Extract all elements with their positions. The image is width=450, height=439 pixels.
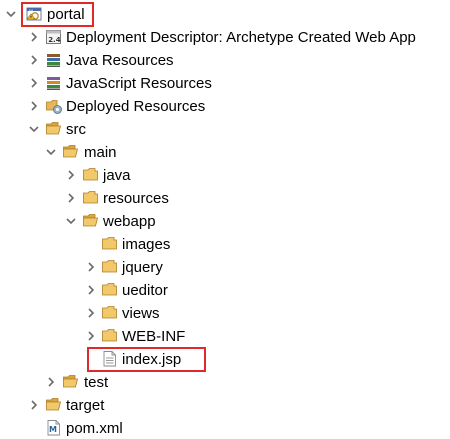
folder-icon (101, 327, 119, 345)
tree-node-label: main (84, 144, 117, 161)
tree-node-deployment-descriptor[interactable]: 2.4 Deployment Descriptor: Archetype Cre… (0, 27, 450, 50)
svg-text:M: M (49, 425, 57, 434)
tree-node-views[interactable]: views (0, 303, 450, 326)
tree-node-web-inf[interactable]: WEB-INF (0, 326, 450, 349)
chevron-right-icon[interactable] (27, 99, 41, 113)
javascript-resources-icon (45, 74, 63, 92)
tree-node-label: pom.xml (66, 420, 123, 437)
tree-node-label: test (84, 374, 109, 391)
chevron-right-icon[interactable] (27, 76, 41, 90)
tree-node-webapp[interactable]: webapp (0, 211, 450, 234)
chevron-right-icon[interactable] (64, 168, 78, 182)
tree-node-label: target (66, 397, 105, 414)
tree-node-javascript-resources[interactable]: JavaScript Resources (0, 73, 450, 96)
folder-icon (82, 189, 100, 207)
tree-node-label: java (103, 167, 131, 184)
folder-icon (101, 258, 119, 276)
tree-node-label: resources (103, 190, 169, 207)
folder-open-icon (82, 212, 100, 230)
tree-node-src[interactable]: src (0, 119, 450, 142)
tree-node-label: webapp (103, 213, 156, 230)
tree-node-label: ueditor (122, 282, 168, 299)
folder-open-icon (62, 143, 80, 161)
folder-open-icon (45, 396, 63, 414)
project-explorer-tree: M portal 2.4 Deployment Descriptor: Arch… (0, 0, 450, 439)
tree-node-label: views (122, 305, 160, 322)
tree-node-target[interactable]: target (0, 395, 450, 418)
svg-text:2.4: 2.4 (48, 36, 61, 44)
tree-node-java-resources[interactable]: Java Resources (0, 50, 450, 73)
chevron-right-icon[interactable] (27, 398, 41, 412)
folder-icon (101, 304, 119, 322)
chevron-down-icon[interactable] (64, 214, 78, 228)
chevron-down-icon[interactable] (4, 7, 18, 21)
tree-node-label: Java Resources (66, 52, 174, 69)
folder-open-icon (45, 120, 63, 138)
chevron-right-icon[interactable] (64, 191, 78, 205)
folder-icon (82, 166, 100, 184)
chevron-right-icon[interactable] (84, 329, 98, 343)
folder-icon (101, 281, 119, 299)
highlight-box-portal (21, 2, 94, 27)
tree-node-label: src (66, 121, 86, 138)
deployed-resources-icon (45, 97, 63, 115)
deployment-descriptor-icon: 2.4 (45, 28, 63, 46)
tree-node-label: Deployed Resources (66, 98, 206, 115)
tree-node-resources[interactable]: resources (0, 188, 450, 211)
chevron-down-icon[interactable] (44, 145, 58, 159)
java-resources-icon (45, 51, 63, 69)
tree-node-label: WEB-INF (122, 328, 186, 345)
tree-node-label: JavaScript Resources (66, 75, 212, 92)
chevron-right-icon[interactable] (84, 260, 98, 274)
tree-node-main[interactable]: main (0, 142, 450, 165)
chevron-right-icon[interactable] (44, 375, 58, 389)
folder-icon (101, 235, 119, 253)
tree-node-ueditor[interactable]: ueditor (0, 280, 450, 303)
folder-open-icon (62, 373, 80, 391)
chevron-down-icon[interactable] (27, 122, 41, 136)
tree-node-label: images (122, 236, 171, 253)
chevron-right-icon[interactable] (27, 30, 41, 44)
chevron-right-icon[interactable] (84, 283, 98, 297)
tree-node-index-jsp[interactable]: index.jsp (0, 349, 450, 372)
tree-node-deployed-resources[interactable]: Deployed Resources (0, 96, 450, 119)
highlight-box-index-jsp (87, 347, 206, 372)
chevron-right-icon[interactable] (84, 306, 98, 320)
tree-node-java[interactable]: java (0, 165, 450, 188)
xml-file-icon: M (45, 419, 63, 437)
tree-node-label: Deployment Descriptor: Archetype Created… (66, 29, 416, 46)
tree-node-label: jquery (122, 259, 163, 276)
tree-node-images[interactable]: images (0, 234, 450, 257)
tree-node-jquery[interactable]: jquery (0, 257, 450, 280)
tree-node-test[interactable]: test (0, 372, 450, 395)
chevron-right-icon[interactable] (27, 53, 41, 67)
tree-node-pom-xml[interactable]: M pom.xml (0, 418, 450, 439)
